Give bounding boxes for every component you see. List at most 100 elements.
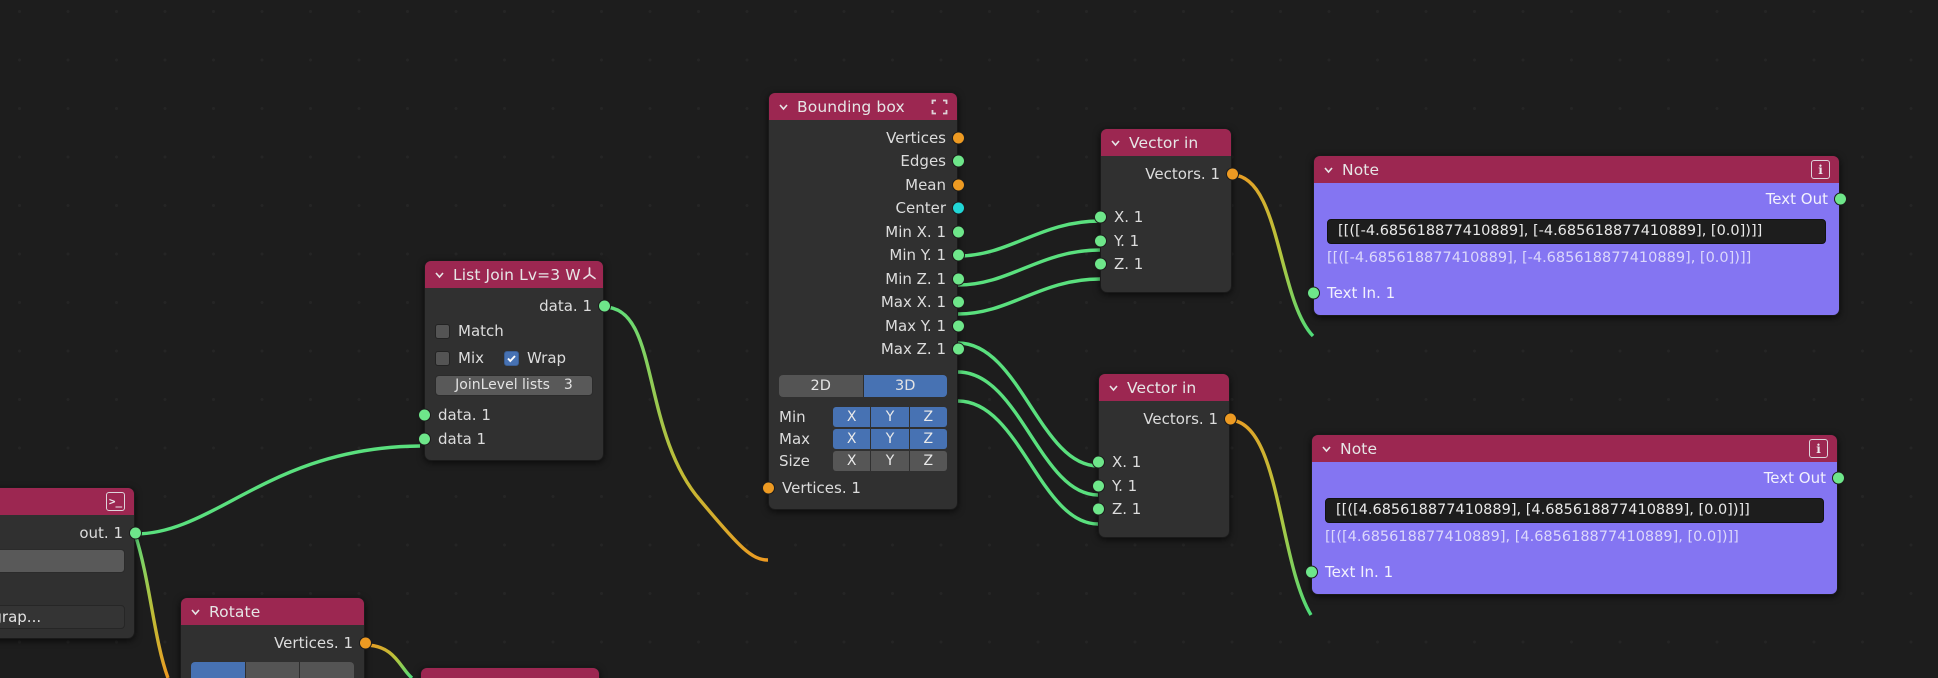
socket-row-mean[interactable]: Mean — [769, 173, 965, 197]
collapse-chevron-icon[interactable] — [1322, 163, 1335, 176]
node-header-rotate[interactable]: Rotate — [181, 598, 364, 625]
socket-row-vectors[interactable]: Vectors. 1 — [1101, 162, 1239, 186]
socket-out-vectors[interactable] — [1225, 167, 1239, 181]
socket-row-x[interactable]: X. 1 — [1091, 451, 1229, 475]
collapse-chevron-icon[interactable] — [1107, 381, 1120, 394]
checkbox-row-mix-wrap[interactable]: Mix Wrap — [435, 345, 593, 372]
socket-row-text-in[interactable]: Text In. 1 — [1306, 282, 1839, 306]
socket-out-max-z[interactable] — [951, 342, 965, 356]
socket-row-x[interactable]: X. 1 — [1093, 206, 1231, 230]
socket-row-min-x[interactable]: Min X. 1 — [769, 220, 965, 244]
axis-size-x[interactable]: X — [833, 450, 871, 471]
socket-in-x[interactable] — [1091, 455, 1105, 469]
socket-row-in-vertices[interactable]: Vertices. 1 — [761, 476, 957, 500]
checkbox-wrap[interactable] — [504, 350, 519, 366]
node-header-clipped[interactable] — [421, 668, 599, 678]
axis-size-y[interactable]: Y — [871, 450, 909, 471]
socket-row-y[interactable]: Y. 1 — [1091, 474, 1229, 498]
socket-row-in-data-1[interactable]: data. 1 — [417, 404, 603, 428]
collapse-chevron-icon[interactable] — [433, 268, 446, 281]
socket-in-data-2[interactable] — [417, 432, 431, 446]
collapse-chevron-icon[interactable] — [189, 605, 202, 618]
rotate-mode-segments[interactable] — [191, 661, 354, 678]
info-bubble-icon[interactable]: i — [1809, 439, 1828, 458]
node-note-bottom[interactable]: Note i Text Out [[([4.685618877410889], … — [1304, 434, 1845, 595]
socket-row-edges[interactable]: Edges — [769, 150, 965, 174]
node-note-top[interactable]: Note i Text Out [[([-4.685618877410889],… — [1306, 155, 1847, 316]
socket-row-vertices[interactable]: Vertices. 1 — [181, 631, 372, 655]
node-vector-in-bottom[interactable]: Vector in Vectors. 1 X. 1 Y. 1 Z. 1 — [1091, 373, 1237, 538]
socket-out-data[interactable] — [597, 299, 611, 313]
node-rotate[interactable]: Rotate Vertices. 1 — [180, 597, 372, 678]
node-bounding-box[interactable]: Bounding box Vertices Edges Mean Center — [761, 92, 965, 510]
socket-in-y[interactable] — [1093, 234, 1107, 248]
socket-row-y[interactable]: Y. 1 — [1093, 229, 1231, 253]
socket-out-vertices[interactable] — [951, 131, 965, 145]
socket-out-min-z[interactable] — [951, 272, 965, 286]
node-list-join[interactable]: List Join Lv=3 W data. 1 Match Mix Wrap … — [417, 260, 611, 461]
node-editor-canvas[interactable]: >_ out. 1 Node ated_depsgrap... Rotate V… — [0, 0, 1938, 678]
socket-out-max-y[interactable] — [951, 319, 965, 333]
socket-row-data-out[interactable]: data. 1 — [425, 294, 611, 318]
socket-out-max-x[interactable] — [951, 295, 965, 309]
joinlevel-stepper[interactable]: JoinLevel lists 3 — [435, 374, 593, 396]
socket-out-min-y[interactable] — [951, 248, 965, 262]
socket-in-x[interactable] — [1093, 210, 1107, 224]
socket-out-min-x[interactable] — [951, 225, 965, 239]
axis-min-x[interactable]: X — [833, 406, 871, 427]
socket-row-center[interactable]: Center — [769, 197, 965, 221]
socket-row-vectors[interactable]: Vectors. 1 — [1099, 407, 1237, 431]
checkbox-row-match[interactable]: Match — [435, 318, 593, 345]
socket-out-vectors[interactable] — [1223, 412, 1237, 426]
info-bubble-icon[interactable]: i — [1811, 160, 1830, 179]
checkbox-mix[interactable] — [435, 350, 450, 366]
socket-row-max-z[interactable]: Max Z. 1 — [769, 338, 965, 362]
socket-row-text-in[interactable]: Text In. 1 — [1304, 561, 1837, 585]
collapse-chevron-icon[interactable] — [1320, 442, 1333, 455]
axis-max-x[interactable]: X — [833, 428, 871, 449]
socket-row-text-out[interactable]: Text Out — [1312, 466, 1845, 490]
socket-out-text[interactable] — [1833, 192, 1847, 206]
socket-row-z[interactable]: Z. 1 — [1091, 498, 1229, 522]
socket-row-out-1[interactable]: out. 1 — [0, 521, 142, 545]
axis-min-y[interactable]: Y — [871, 406, 909, 427]
socket-out-text[interactable] — [1831, 471, 1845, 485]
node-header-script[interactable]: >_ — [0, 488, 134, 515]
socket-out-1[interactable] — [128, 526, 142, 540]
axis-size-z[interactable]: Z — [909, 450, 947, 471]
socket-out-edges[interactable] — [951, 154, 965, 168]
socket-in-vertices[interactable] — [761, 481, 775, 495]
socket-row-min-y[interactable]: Min Y. 1 — [769, 244, 965, 268]
socket-row-min-z[interactable]: Min Z. 1 — [769, 267, 965, 291]
socket-in-y[interactable] — [1091, 479, 1105, 493]
axis-max-y[interactable]: Y — [871, 428, 909, 449]
dimension-toggle[interactable]: 2D 3D — [779, 375, 947, 397]
node-header-note-top[interactable]: Note i — [1314, 156, 1839, 183]
node-header-list-join[interactable]: List Join Lv=3 W — [425, 261, 603, 288]
console-icon[interactable]: >_ — [106, 492, 125, 511]
socket-in-z[interactable] — [1093, 257, 1107, 271]
checkbox-match[interactable] — [435, 323, 450, 339]
socket-in-z[interactable] — [1091, 502, 1105, 516]
rotate-mode-1[interactable] — [191, 661, 246, 678]
node-button[interactable]: Node — [0, 548, 125, 573]
node-header-note-bottom[interactable]: Note i — [1312, 435, 1837, 462]
socket-row-max-y[interactable]: Max Y. 1 — [769, 314, 965, 338]
socket-out-vertices[interactable] — [358, 636, 372, 650]
rotate-mode-3[interactable] — [300, 661, 354, 678]
socket-row-vertices[interactable]: Vertices — [769, 126, 965, 150]
socket-row-in-data-2[interactable]: data 1 — [417, 427, 603, 451]
rotate-mode-2[interactable] — [245, 661, 301, 678]
toggle-2d[interactable]: 2D — [779, 375, 864, 397]
node-header-vector-in-bottom[interactable]: Vector in — [1099, 374, 1229, 401]
collapse-chevron-icon[interactable] — [1109, 136, 1122, 149]
socket-out-mean[interactable] — [951, 178, 965, 192]
socket-row-z[interactable]: Z. 1 — [1093, 253, 1231, 277]
note-text-field[interactable]: [[([-4.685618877410889], [-4.68561887741… — [1327, 218, 1826, 244]
node-header-bounding-box[interactable]: Bounding box — [769, 93, 957, 120]
node-script[interactable]: >_ out. 1 Node ated_depsgrap... — [0, 487, 142, 639]
socket-out-center[interactable] — [951, 201, 965, 215]
socket-row-text-out[interactable]: Text Out — [1314, 187, 1847, 211]
collapse-chevron-icon[interactable] — [777, 100, 790, 113]
socket-in-data-1[interactable] — [417, 408, 431, 422]
